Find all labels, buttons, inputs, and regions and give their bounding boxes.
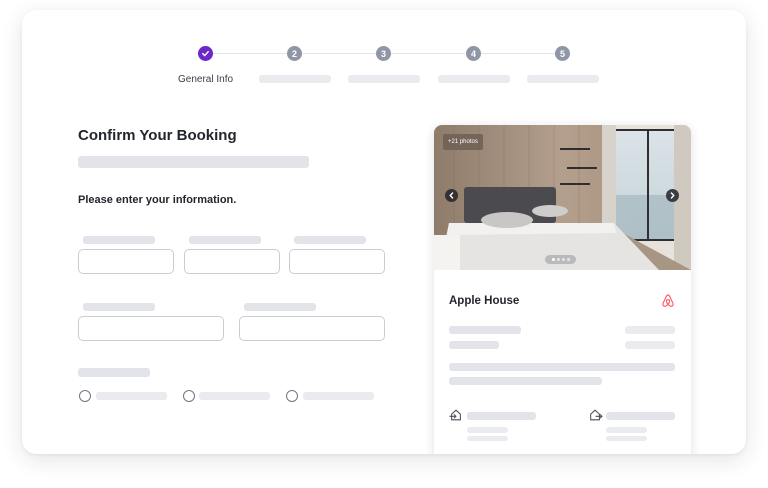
text-input-4[interactable] xyxy=(78,316,224,341)
step-4-label-placeholder xyxy=(438,75,510,83)
chevron-right-icon xyxy=(670,192,675,199)
step-connector xyxy=(481,53,555,54)
step-connector xyxy=(391,53,465,54)
field-label-placeholder xyxy=(294,236,366,244)
step-3-indicator[interactable]: 3 xyxy=(376,46,391,61)
photo-pagination-dots[interactable] xyxy=(545,255,576,264)
check-icon xyxy=(202,50,209,57)
pagination-dot[interactable] xyxy=(566,258,570,261)
text-input-1[interactable] xyxy=(78,249,174,274)
detail-placeholder xyxy=(449,326,521,334)
text-input-3[interactable] xyxy=(289,249,385,274)
step-4-indicator[interactable]: 4 xyxy=(466,46,481,61)
page-title: Confirm Your Booking xyxy=(78,127,237,144)
field-label-placeholder xyxy=(83,236,155,244)
radio-group-label-placeholder xyxy=(78,368,150,377)
radio-option-label-placeholder xyxy=(199,392,270,400)
step-2-indicator[interactable]: 2 xyxy=(287,46,302,61)
title-description-placeholder xyxy=(78,156,309,168)
chevron-left-icon xyxy=(449,192,454,199)
description-placeholder xyxy=(449,377,602,385)
pagination-dot[interactable] xyxy=(561,258,565,261)
pagination-dot[interactable] xyxy=(556,258,560,261)
radio-option-3[interactable] xyxy=(286,390,298,402)
checkout-sub-placeholder xyxy=(606,427,647,433)
step-5-indicator[interactable]: 5 xyxy=(555,46,570,61)
field-label-placeholder xyxy=(189,236,261,244)
radio-option-1[interactable] xyxy=(79,390,91,402)
step-connector xyxy=(302,53,376,54)
home-enter-icon xyxy=(449,409,461,421)
home-exit-icon xyxy=(590,409,603,421)
step-5-label-placeholder xyxy=(527,75,599,83)
step-connector xyxy=(213,53,287,54)
radio-option-label-placeholder xyxy=(96,392,167,400)
form-subtitle: Please enter your information. xyxy=(78,194,237,206)
field-label-placeholder xyxy=(244,303,316,311)
radio-option-label-placeholder xyxy=(303,392,374,400)
photo-count-badge[interactable]: +21 photos xyxy=(443,134,483,150)
checkout-placeholder xyxy=(606,412,675,420)
checkin-sub-placeholder xyxy=(467,436,508,441)
checkin-sub-placeholder xyxy=(467,427,508,433)
listing-name: Apple House xyxy=(449,295,520,307)
description-placeholder xyxy=(449,363,675,371)
text-input-5[interactable] xyxy=(239,316,385,341)
airbnb-icon xyxy=(662,294,674,307)
checkout-sub-placeholder xyxy=(606,436,647,441)
pagination-dot[interactable] xyxy=(551,258,555,261)
booking-card: 2 3 4 5 General Info Confirm Your Bookin… xyxy=(22,10,746,454)
step-1-indicator[interactable] xyxy=(198,46,213,61)
detail-placeholder xyxy=(625,326,675,334)
detail-placeholder xyxy=(625,341,675,349)
field-label-placeholder xyxy=(83,303,155,311)
detail-placeholder xyxy=(449,341,499,349)
listing-panel: +21 photos Apple House xyxy=(434,125,691,454)
prev-photo-button[interactable] xyxy=(445,189,458,202)
listing-photo[interactable]: +21 photos xyxy=(434,125,691,270)
step-2-label-placeholder xyxy=(259,75,331,83)
step-3-label-placeholder xyxy=(348,75,420,83)
step-1-label: General Info xyxy=(178,74,234,85)
checkin-placeholder xyxy=(467,412,536,420)
next-photo-button[interactable] xyxy=(666,189,679,202)
radio-option-2[interactable] xyxy=(183,390,195,402)
text-input-2[interactable] xyxy=(184,249,280,274)
